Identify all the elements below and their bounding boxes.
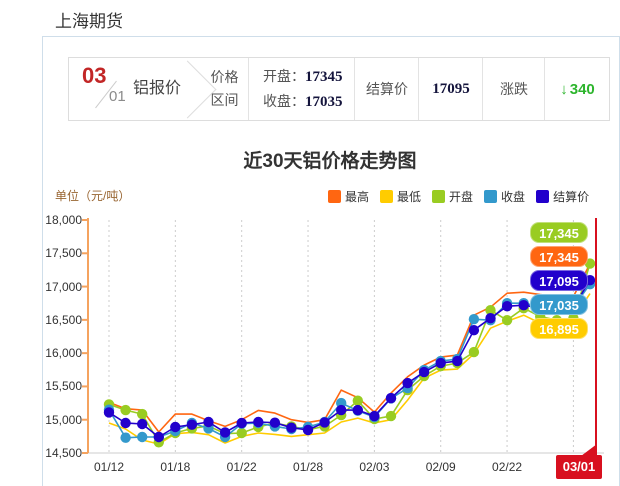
data-point-settle [485,313,496,324]
data-point-settle [452,355,463,367]
y-tick-label: 14,500 [45,446,82,460]
data-point-open [120,404,131,416]
data-point-settle [219,427,231,438]
price-trend-chart-canvas[interactable] [0,0,620,486]
current-date-marker-line [595,218,597,456]
value-badge-open: 17,345 [530,222,588,243]
data-point-open [468,346,480,358]
x-tick-label: 01/18 [160,460,191,474]
data-point-settle [501,301,513,312]
data-point-settle [203,416,214,428]
data-point-settle [120,417,131,429]
x-tick-label: 01/22 [226,460,257,474]
value-badge-close: 17,035 [530,294,588,315]
x-tick-label: 01/28 [293,460,324,474]
y-tick-label: 17,000 [45,279,82,294]
series-line-open [108,263,591,444]
y-tick-label: 16,000 [45,346,82,361]
data-point-settle [302,424,314,436]
data-point-open [352,395,363,406]
data-point-settle [269,417,281,428]
y-tick-label: 15,000 [45,412,82,427]
y-tick-label: 16,500 [45,312,82,327]
shanghai-futures-page: 上海期货 03 01 铝报价 价格 区间 开盘：17345 收盘：17035 结… [0,0,620,486]
data-point-settle [103,407,115,418]
value-badge-high: 17,345 [530,246,588,267]
data-point-settle [236,417,247,429]
data-point-settle [369,410,380,422]
data-point-open [236,427,247,439]
current-date-badge: 03/01 [556,455,602,479]
data-point-settle [137,418,148,430]
data-point-settle [385,392,397,404]
y-tick-label: 18,000 [45,213,82,227]
data-point-settle [286,422,297,433]
data-point-settle [352,404,363,416]
data-point-settle [418,366,430,378]
value-badge-low: 16,895 [530,318,588,339]
y-tick-label: 15,500 [45,379,82,394]
data-point-settle [468,325,480,336]
x-tick-label: 02/22 [492,460,523,474]
x-tick-label: 02/03 [359,460,390,474]
y-tick-label: 17,500 [45,246,82,261]
data-point-close [468,314,480,325]
x-tick-label: 01/12 [93,460,125,474]
data-point-settle [253,416,264,428]
x-tick-label: 02/09 [425,460,456,474]
data-point-settle [336,404,347,416]
data-point-settle [186,419,198,430]
data-point-settle [319,417,330,428]
data-point-settle [435,357,446,369]
data-point-settle [153,431,164,443]
data-point-close [120,432,131,443]
data-point-settle [518,300,529,311]
data-point-open [501,315,513,326]
data-point-open [137,408,148,420]
value-badge-settle: 17,095 [530,270,588,291]
data-point-settle [170,421,181,433]
data-point-settle [402,377,413,389]
data-point-open [385,410,397,422]
series-line-low [108,293,591,445]
data-point-close [137,431,148,443]
